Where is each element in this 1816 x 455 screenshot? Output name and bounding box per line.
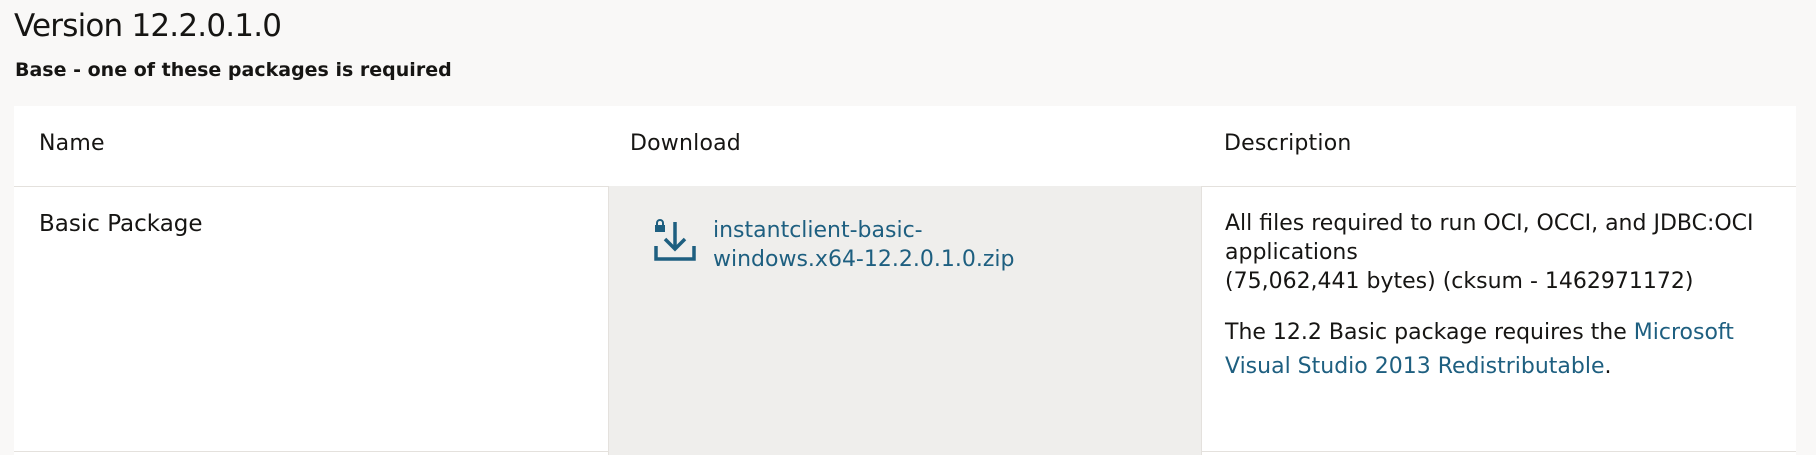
- section-subtitle: Base - one of these packages is required: [15, 59, 452, 81]
- packages-table: Name Download Description Basic Package …: [14, 106, 1796, 455]
- description-cell: All files required to run OCI, OCCI, and…: [1225, 209, 1780, 384]
- requirement-note-prefix: The 12.2 Basic package requires the: [1225, 320, 1634, 345]
- column-header-name: Name: [39, 131, 105, 156]
- download-icon: [654, 219, 696, 261]
- package-name: Basic Package: [39, 211, 203, 237]
- page-title: Version 12.2.0.1.0: [14, 8, 282, 44]
- description-text: All files required to run OCI, OCCI, and…: [1225, 211, 1754, 265]
- table-header-row: Name Download Description: [14, 106, 1796, 187]
- requirement-note-suffix: .: [1604, 354, 1612, 379]
- requirement-note: The 12.2 Basic package requires the Micr…: [1225, 316, 1780, 384]
- table-row: Basic Package instantclient-basic-window…: [14, 186, 1796, 455]
- file-size-checksum: (75,062,441 bytes) (cksum - 1462971172): [1225, 269, 1694, 294]
- download-link[interactable]: instantclient-basic-windows.x64-12.2.0.1…: [649, 216, 1073, 274]
- download-filename: instantclient-basic-windows.x64-12.2.0.1…: [713, 218, 1015, 272]
- column-header-description: Description: [1224, 131, 1352, 156]
- column-header-download: Download: [630, 131, 741, 156]
- download-cell: instantclient-basic-windows.x64-12.2.0.1…: [608, 186, 1202, 455]
- description-text-block: All files required to run OCI, OCCI, and…: [1225, 209, 1780, 296]
